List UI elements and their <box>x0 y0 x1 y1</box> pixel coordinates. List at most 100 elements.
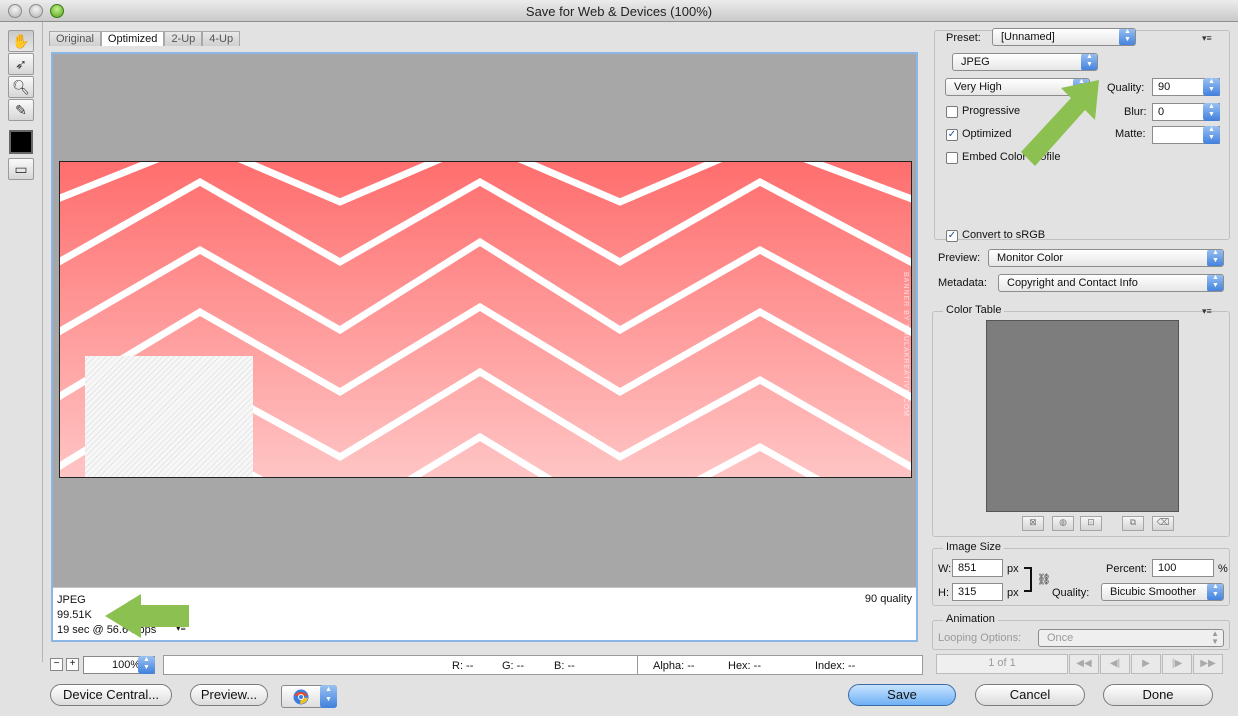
blur-value: 0 <box>1158 106 1165 118</box>
chevron-updown-icon: ▲▼ <box>320 685 337 708</box>
percent-input[interactable]: 100 <box>1152 559 1214 577</box>
chain-link-icon[interactable]: ⛓ <box>1037 573 1051 586</box>
chevron-updown-icon: ▲▼ <box>138 656 155 674</box>
preview-color-value: Monitor Color <box>997 252 1064 264</box>
embed-color-profile-checkbox[interactable] <box>946 152 958 164</box>
title-bar: Save for Web & Devices (100%) <box>0 0 1238 22</box>
green-readout: G: -- <box>502 660 524 672</box>
dialog-content: ✋ ➶ 🔍︎ ✎ ▭ Original Optimized 2-Up 4-Up <box>0 22 1238 716</box>
percent-label: Percent: <box>1106 563 1147 575</box>
width-value: 851 <box>958 562 977 574</box>
color-table-grid[interactable] <box>986 320 1179 512</box>
chevron-updown-icon: ▲▼ <box>1211 629 1219 646</box>
zoom-level-select[interactable]: 100% ▲ ▼ <box>83 656 155 674</box>
browser-globe-icon <box>293 689 309 705</box>
constrain-bracket <box>1024 567 1032 592</box>
looping-options-select[interactable]: Once ▲ ▼ <box>1038 629 1224 647</box>
web-snap-icon[interactable]: ⊠ <box>1022 516 1044 531</box>
metadata-select[interactable]: Copyright and Contact Info ▲ ▼ <box>998 274 1224 292</box>
last-frame-icon[interactable]: ▶▶ <box>1193 654 1223 674</box>
looping-options-label: Looping Options: <box>938 632 1022 644</box>
convert-to-srgb-checkbox[interactable]: ✓ <box>946 230 958 242</box>
play-animation-icon[interactable]: ▶ <box>1131 654 1161 674</box>
alpha-readout: Alpha: -- <box>653 660 695 672</box>
hand-tool-icon[interactable]: ✋ <box>8 30 34 52</box>
color-table-title: Color Table <box>943 304 1005 316</box>
width-unit: px <box>1007 563 1019 575</box>
chevron-updown-icon: ▲▼ <box>1081 54 1097 70</box>
image-size-title: Image Size <box>943 541 1005 553</box>
resample-quality-label: Quality: <box>1052 587 1090 599</box>
metadata-label: Metadata: <box>938 277 987 289</box>
optimized-checkbox[interactable]: ✓ <box>946 129 958 141</box>
blur-input[interactable]: 0 ▲ ▼ <box>1152 103 1220 121</box>
resample-quality-value: Bicubic Smoother <box>1110 586 1197 598</box>
tab-original[interactable]: Original <box>49 31 101 46</box>
zoom-tool-icon[interactable]: 🔍︎ <box>8 76 34 98</box>
blue-readout: B: -- <box>554 660 575 672</box>
chevron-updown-icon: ▲▼ <box>1207 275 1223 291</box>
window-title: Save for Web & Devices (100%) <box>525 4 713 19</box>
tab-4-up[interactable]: 4-Up <box>202 31 241 46</box>
file-format-value: JPEG <box>961 56 990 68</box>
progressive-checkbox[interactable] <box>946 106 958 118</box>
height-label: H: <box>938 587 949 599</box>
quality-label: Quality: <box>1107 82 1145 94</box>
optimized-label: Optimized <box>962 128 1012 140</box>
width-input[interactable]: 851 <box>952 559 1003 577</box>
slice-select-tool-icon[interactable]: ➶ <box>8 53 34 75</box>
chevron-updown-icon: ▲▼ <box>1203 103 1220 121</box>
annotation-arrow-left-icon <box>105 594 189 638</box>
preview-label: Preview: <box>938 252 981 264</box>
looping-options-value: Once <box>1047 632 1074 644</box>
blur-label: Blur: <box>1124 106 1147 118</box>
tab-optimized[interactable]: Optimized <box>100 31 165 46</box>
resample-quality-select[interactable]: Bicubic Smoother ▲ ▼ <box>1101 583 1224 601</box>
matte-select[interactable]: ▲ ▼ <box>1152 126 1220 144</box>
previous-frame-icon[interactable]: ◀| <box>1100 654 1130 674</box>
quality-input[interactable]: 90 ▲ ▼ <box>1152 78 1220 96</box>
width-label: W: <box>938 563 952 575</box>
device-central-button[interactable]: Device Central... <box>50 684 172 706</box>
height-value: 315 <box>958 586 977 598</box>
percent-unit: % <box>1218 563 1228 575</box>
eyedropper-color-swatch[interactable] <box>9 130 33 154</box>
index-readout: Index: -- <box>815 660 856 672</box>
delete-color-icon[interactable]: ⌫ <box>1152 516 1174 531</box>
web-shift-icon[interactable]: ◍ <box>1052 516 1074 531</box>
lock-color-icon[interactable]: ⊡ <box>1080 516 1102 531</box>
preset-select[interactable]: [Unnamed] ▲ ▼ <box>992 28 1136 46</box>
info-quality: 90 quality <box>864 593 912 605</box>
zoom-out-button[interactable]: − <box>50 658 63 671</box>
chevron-updown-icon: ▲▼ <box>1203 126 1220 144</box>
eyedropper-tool-icon[interactable]: ✎ <box>8 99 34 121</box>
divider <box>637 656 638 674</box>
browser-select[interactable]: ▲ ▼ <box>281 685 337 708</box>
annotation-arrow-up-icon <box>1021 80 1099 166</box>
quality-level-value: Very High <box>954 81 1002 93</box>
quality-value: 90 <box>1158 81 1171 93</box>
banner-watermark: BANNER BY SHULAKREATIVE.COM <box>902 272 909 417</box>
file-format-select[interactable]: JPEG ▲ ▼ <box>952 53 1098 71</box>
zoom-in-button[interactable]: + <box>66 658 79 671</box>
preview-in-browser-button[interactable]: Preview... <box>190 684 268 706</box>
view-tabs: Original Optimized 2-Up 4-Up <box>49 31 241 47</box>
divider <box>42 22 43 662</box>
zoom-level-value: 100% <box>112 659 141 671</box>
chevron-updown-icon: ▲▼ <box>1207 250 1223 266</box>
height-input[interactable]: 315 <box>952 583 1003 601</box>
percent-value: 100 <box>1158 562 1177 574</box>
new-color-icon[interactable]: ⧉ <box>1122 516 1144 531</box>
preview-color-select[interactable]: Monitor Color ▲ ▼ <box>988 249 1224 267</box>
next-frame-icon[interactable]: |▶ <box>1162 654 1192 674</box>
optimized-preview-pane[interactable]: BANNER BY SHULAKREATIVE.COM JPEG 99.51K … <box>51 52 918 642</box>
color-table-menu-icon[interactable]: ▾≡ <box>1202 306 1212 317</box>
banner-image-preview: BANNER BY SHULAKREATIVE.COM <box>59 161 912 478</box>
first-frame-icon[interactable]: ◀◀ <box>1069 654 1099 674</box>
profile-photo-placeholder <box>85 356 253 477</box>
status-row: − + 100% ▲ ▼ R: -- G: -- B: -- Alpha: -- … <box>45 654 923 676</box>
optimize-menu-icon[interactable]: ▾≡ <box>1202 33 1212 44</box>
toggle-slices-icon[interactable]: ▭ <box>8 158 34 180</box>
tab-2-up[interactable]: 2-Up <box>164 31 203 46</box>
frame-counter: 1 of 1 <box>936 654 1068 674</box>
